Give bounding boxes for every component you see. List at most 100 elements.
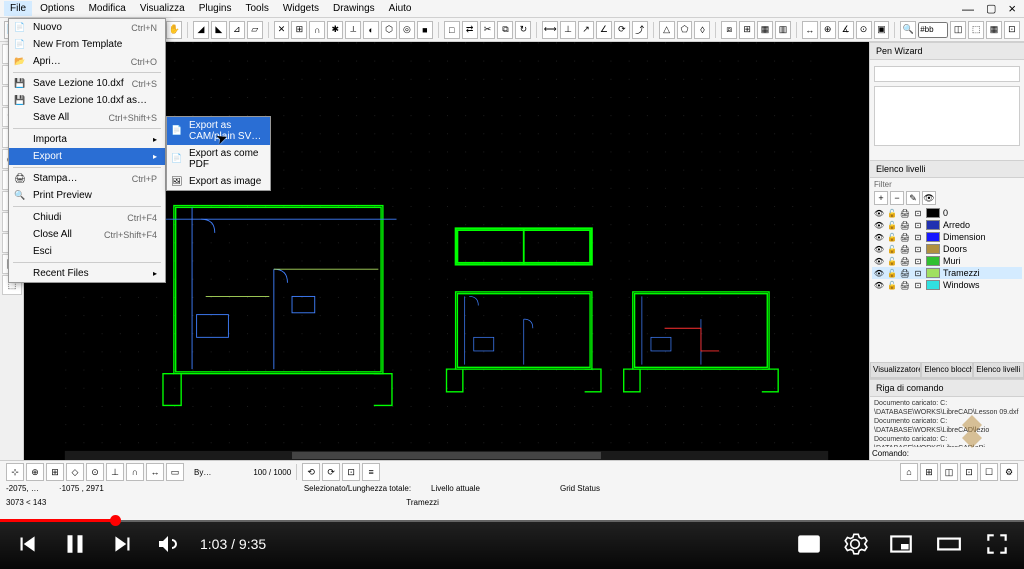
export-submenu-item[interactable]: 📄Export as come PDF [167,145,270,173]
layer-show-all[interactable]: 👁 [922,191,936,205]
st-snap-4[interactable]: ◇ [66,463,84,481]
settings-button[interactable] [842,531,868,557]
layer-row[interactable]: 👁🔓🖨⊡Tramezzi [872,267,1022,279]
tb-meas-1[interactable]: ↔ [802,21,818,39]
layer-row[interactable]: 👁🔓🖨⊡Doors [872,243,1022,255]
tb-dim-5[interactable]: ⟳ [614,21,630,39]
layer-row[interactable]: 👁🔓🖨⊡Windows [872,279,1022,291]
tb-snap-3[interactable]: ∩ [309,21,325,39]
tb-dim-1[interactable]: ⟷ [542,21,558,39]
color-input[interactable] [918,22,948,38]
window-minimize[interactable]: — [962,2,974,16]
tb-edit-1[interactable]: □ [444,21,460,39]
tb-snap-6[interactable]: ◐ [363,21,379,39]
file-menu-item[interactable]: Close AllCtrl+Shift+F4 [9,226,165,243]
menu-file[interactable]: File [4,1,32,16]
st-extra-3[interactable]: ◫ [940,463,958,481]
window-close[interactable]: × [1008,1,1016,16]
tb-dim-2[interactable]: ⊥ [560,21,576,39]
layer-remove[interactable]: − [890,191,904,205]
pen-wizard-input[interactable] [874,66,1020,82]
pause-button[interactable] [60,529,90,559]
tb-meas-5[interactable]: ▣ [874,21,890,39]
tb-info-2[interactable]: ⬠ [677,21,693,39]
tb-snap-1[interactable]: ✕ [274,21,290,39]
layer-row[interactable]: 👁🔓🖨⊡Dimension [872,231,1022,243]
tb-edit-4[interactable]: ⧉ [497,21,513,39]
layer-row[interactable]: 👁🔓🖨⊡Arredo [872,219,1022,231]
tb-view-2[interactable]: ◫ [950,21,966,39]
tb-meas-3[interactable]: ∡ [838,21,854,39]
tb-info-1[interactable]: △ [659,21,675,39]
tb-view-1[interactable]: 🔍 [900,21,916,39]
tb-snap-4[interactable]: ✱ [327,21,343,39]
tb-meas-2[interactable]: ⊕ [820,21,836,39]
tb-layer-3[interactable]: ▦ [757,21,773,39]
tb-pan[interactable]: ✋ [166,21,182,39]
captions-button[interactable] [796,531,822,557]
layer-row[interactable]: 👁🔓🖨⊡Muri [872,255,1022,267]
miniplayer-button[interactable] [888,531,914,557]
file-menu-item[interactable]: 📄NuovoCtrl+N [9,19,165,36]
tb-edit-3[interactable]: ✂ [480,21,496,39]
tb-layer-4[interactable]: ▥ [775,21,791,39]
file-menu-item[interactable]: 🖨Stampa…Ctrl+P [9,170,165,187]
tb-snap-7[interactable]: ⬡ [381,21,397,39]
tb-view-4[interactable]: ▦ [986,21,1002,39]
tb-edit-2[interactable]: ⇄ [462,21,478,39]
file-menu-item[interactable]: Importa▸ [9,131,165,148]
st-extra-2[interactable]: ⊞ [920,463,938,481]
tb-edit-5[interactable]: ↻ [515,21,531,39]
tb-dim-6[interactable]: ⤴ [632,21,648,39]
tb-snap-9[interactable]: ■ [417,21,433,39]
file-menu-item[interactable]: 📄New From Template [9,36,165,53]
st-snap-1[interactable]: ⊹ [6,463,24,481]
tb-tool-4[interactable]: ▱ [247,21,263,39]
tb-meas-4[interactable]: ⊙ [856,21,872,39]
file-menu-item[interactable]: 🔍Print Preview [9,187,165,204]
tb-tool-3[interactable]: ⊿ [229,21,245,39]
export-submenu-item[interactable]: 🖼Export as image [167,173,270,190]
tb-snap-5[interactable]: ⟂ [345,21,361,39]
tb-tool-1[interactable]: ◢ [193,21,209,39]
st-snap-3[interactable]: ⊞ [46,463,64,481]
tb-layer-2[interactable]: ⊞ [739,21,755,39]
menu-aiuto[interactable]: Aiuto [383,1,418,16]
menu-widgets[interactable]: Widgets [277,1,325,16]
file-menu-item[interactable]: Esci [9,243,165,260]
file-menu-item[interactable]: 💾Save Lezione 10.dxf as… [9,92,165,109]
layer-add[interactable]: + [874,191,888,205]
tb-view-5[interactable]: ⊡ [1004,21,1020,39]
lib-tab-1[interactable]: Visualizzatore di librerie [870,362,921,378]
st-snap-8[interactable]: ↔ [146,463,164,481]
st-snap-6[interactable]: ⊥ [106,463,124,481]
st-extra-1[interactable]: ⌂ [900,463,918,481]
tb-snap-8[interactable]: ◎ [399,21,415,39]
st-extra-4[interactable]: ⊡ [960,463,978,481]
tb-snap-2[interactable]: ⊞ [291,21,307,39]
menu-options[interactable]: Options [34,1,80,16]
tb-dim-3[interactable]: ↗ [578,21,594,39]
st-snap-2[interactable]: ⊕ [26,463,44,481]
st-tool-c[interactable]: ⊡ [342,463,360,481]
tb-dim-4[interactable]: ∠ [596,21,612,39]
st-snap-9[interactable]: ▭ [166,463,184,481]
tb-view-3[interactable]: ⬚ [968,21,984,39]
layer-row[interactable]: 👁🔓🖨⊡0 [872,207,1022,219]
volume-button[interactable] [156,532,180,556]
st-tool-b[interactable]: ⟳ [322,463,340,481]
file-menu-item[interactable]: ChiudiCtrl+F4 [9,209,165,226]
menu-modifica[interactable]: Modifica [83,1,132,16]
menu-plugins[interactable]: Plugins [193,1,238,16]
file-menu-item[interactable]: 💾Save Lezione 10.dxfCtrl+S [9,75,165,92]
tb-info-3[interactable]: ◊ [694,21,710,39]
file-menu-item[interactable]: Recent Files▸ [9,265,165,282]
st-snap-7[interactable]: ∩ [126,463,144,481]
file-menu-item[interactable]: Export▸ [9,148,165,165]
tb-layer-1[interactable]: ⧈ [721,21,737,39]
theater-button[interactable] [934,531,964,557]
file-menu-item[interactable]: 📂Apri…Ctrl+O [9,53,165,70]
video-progress[interactable] [0,519,1024,522]
st-snap-5[interactable]: ⊙ [86,463,104,481]
st-extra-6[interactable]: ⚙ [1000,463,1018,481]
